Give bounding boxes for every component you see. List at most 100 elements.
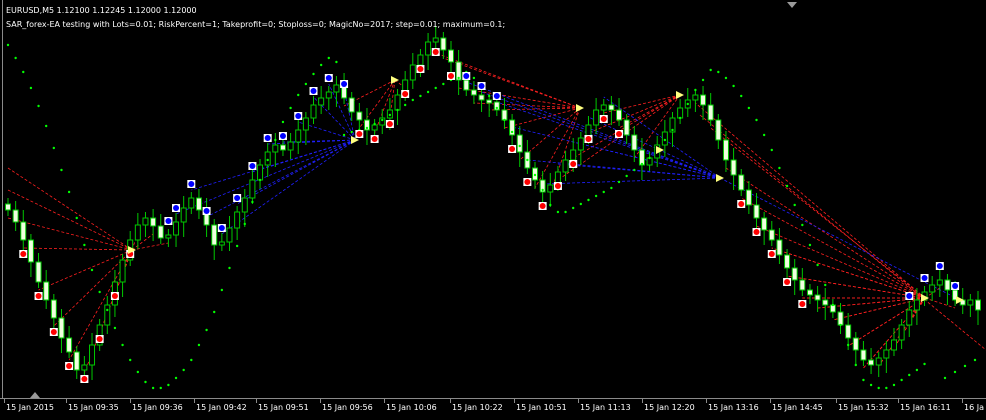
parabolic-sar-dot: [274, 138, 277, 142]
parabolic-sar-dot: [83, 243, 86, 247]
parabolic-sar-dot: [808, 243, 812, 247]
parabolic-sar-dot: [908, 373, 911, 377]
candle-body: [134, 224, 141, 241]
sell-arrow-icon: [447, 73, 454, 79]
candle-body: [898, 324, 905, 341]
parabolic-sar-dot: [37, 104, 40, 108]
signal-anchor-icon: [716, 174, 724, 182]
parabolic-sar-dot: [304, 82, 308, 86]
parabolic-sar-dot: [388, 113, 392, 117]
parabolic-sar-dot: [915, 368, 919, 372]
buy-signal-line: [267, 139, 356, 145]
buy-arrow-icon: [218, 225, 225, 231]
parabolic-sar-dot: [235, 244, 239, 248]
parabolic-sar-dot: [350, 130, 353, 134]
parabolic-sar-dot: [602, 190, 605, 194]
parabolic-sar-dot: [6, 43, 10, 47]
parabolic-sar-dot: [571, 206, 575, 210]
time-axis-label: 15 Jan 2015: [6, 403, 54, 412]
parabolic-sar-dot: [717, 70, 720, 74]
candle-body: [279, 144, 286, 151]
candle-body: [577, 137, 584, 151]
chart-shift-marker-icon[interactable]: [787, 2, 797, 8]
candle-body: [142, 217, 149, 226]
candle-body: [768, 229, 775, 241]
candle-body: [486, 99, 493, 104]
candle-body: [975, 299, 981, 311]
parabolic-sar-dot: [778, 166, 781, 170]
parabolic-sar-dot: [472, 76, 476, 80]
parabolic-sar-dot: [943, 376, 947, 380]
candle-body: [272, 144, 279, 153]
candle-body: [264, 151, 271, 166]
parabolic-sar-dot: [953, 370, 957, 374]
sell-arrow-icon: [585, 136, 592, 142]
time-axis-label: 15 Jan 10:22: [452, 403, 503, 412]
sell-signal-line: [710, 127, 926, 299]
parabolic-sar-dot: [144, 380, 147, 384]
buy-arrow-icon: [952, 283, 959, 289]
time-axis-tick: [514, 399, 515, 403]
candle-body: [5, 203, 11, 211]
time-axis-label: 15 Jan 09:36: [132, 403, 183, 412]
time-axis-tick: [194, 399, 195, 403]
buy-arrow-icon: [249, 163, 256, 169]
sell-signal-line: [603, 94, 681, 114]
time-axis-tick: [642, 399, 643, 403]
candle-body: [234, 211, 241, 229]
parabolic-sar-dot: [29, 86, 33, 90]
sell-arrow-icon: [432, 49, 439, 55]
candle-body: [806, 289, 813, 296]
candle-body: [188, 197, 195, 209]
parabolic-sar-dot: [885, 386, 888, 390]
sell-arrow-icon: [768, 251, 775, 257]
candle-body: [638, 149, 645, 166]
parabolic-sar-dot: [281, 120, 285, 124]
parabolic-sar-dot: [892, 383, 896, 387]
candle-body: [616, 109, 623, 121]
parabolic-sar-dot: [381, 118, 384, 122]
chart-scroll-marker-icon[interactable]: [30, 392, 40, 398]
candle-body: [157, 225, 164, 239]
candle-body: [440, 37, 447, 51]
sell-arrow-icon: [402, 91, 409, 97]
parabolic-sar-dot: [740, 94, 743, 98]
parabolic-sar-dot: [973, 358, 977, 362]
candle-body: [104, 304, 111, 326]
time-axis-label: 15 Jan 09:51: [258, 403, 309, 412]
buy-arrow-icon: [203, 208, 210, 214]
candle-body: [730, 159, 737, 176]
parabolic-sar-dot: [60, 168, 63, 172]
parabolic-sar-dot: [251, 200, 254, 204]
buy-signal-line: [557, 163, 721, 179]
parabolic-sar-dot: [396, 108, 399, 112]
sell-arrow-icon: [554, 183, 561, 189]
sell-signal-line: [756, 225, 926, 299]
candle-body: [287, 141, 294, 151]
candle-body: [81, 364, 88, 371]
parabolic-sar-dot: [541, 188, 544, 192]
parabolic-sar-dot: [533, 173, 537, 177]
candle-body: [570, 149, 577, 161]
expert-advisor-label: SAR_forex-EA testing with Lots=0.01; Ris…: [6, 20, 506, 29]
buy-arrow-icon: [936, 263, 943, 269]
buy-arrow-icon: [493, 93, 500, 99]
candle-body: [318, 97, 325, 106]
parabolic-sar-dot: [701, 78, 705, 82]
time-axis-label: 15 Jan 16:11: [900, 403, 951, 412]
parabolic-sar-dot: [205, 328, 208, 332]
sell-signal-line: [924, 297, 956, 309]
sell-arrow-icon: [371, 136, 378, 142]
buy-arrow-icon: [173, 205, 180, 211]
candle-body: [12, 209, 19, 223]
time-axis-tick: [130, 399, 131, 403]
signal-anchor-icon: [676, 91, 684, 99]
parabolic-sar-dot: [617, 180, 621, 184]
sell-arrow-icon: [66, 363, 73, 369]
sell-arrow-icon: [616, 131, 623, 137]
time-axis-label: 15 Jan 09:56: [322, 403, 373, 412]
candle-body: [241, 197, 248, 213]
time-axis-tick: [4, 399, 5, 403]
chart-window[interactable]: EURUSD,M5 1.12100 1.12245 1.12000 1.1200…: [0, 0, 986, 420]
parabolic-sar-dot: [136, 370, 140, 374]
